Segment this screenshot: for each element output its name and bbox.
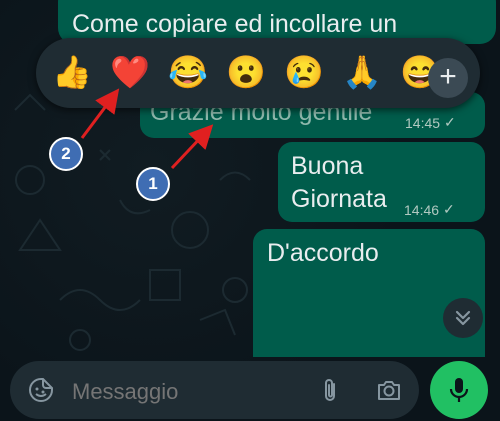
scroll-to-bottom-button[interactable]: [443, 298, 483, 338]
reaction-laughing-icon[interactable]: 😂: [166, 52, 210, 92]
message-text: Come copiare ed incollare un: [72, 10, 398, 38]
reaction-picker: 👍 ❤️ 😂 😮 😢 🙏 😄 +: [36, 38, 480, 108]
voice-message-button[interactable]: [430, 361, 488, 419]
annotation-badge-2: 2: [49, 137, 83, 171]
camera-icon[interactable]: [376, 378, 402, 407]
reaction-heart-icon[interactable]: ❤️: [108, 52, 152, 92]
reaction-praying-hands-icon[interactable]: 🙏: [340, 52, 384, 92]
message-bubble-daccordo[interactable]: D'accordo: [253, 229, 485, 357]
reaction-sad-icon[interactable]: 😢: [282, 52, 326, 92]
chevron-double-down-icon: [455, 310, 471, 326]
message-time: 14:46: [404, 201, 440, 218]
annotation-badge-1: 1: [136, 167, 170, 201]
sent-tick-icon: ✓: [444, 114, 456, 130]
message-bubble-buona-giornata[interactable]: Buona Giornata 14:46 ✓: [278, 142, 485, 222]
sent-tick-icon: ✓: [443, 201, 455, 217]
paperclip-icon[interactable]: [322, 378, 340, 409]
message-meta: 14:45 ✓: [405, 114, 456, 131]
microphone-icon: [449, 378, 469, 402]
reaction-thumbs-up-icon[interactable]: 👍: [50, 52, 94, 92]
message-input[interactable]: [70, 378, 304, 406]
reaction-surprised-icon[interactable]: 😮: [224, 52, 268, 92]
message-text: Buona Giornata: [291, 152, 387, 213]
sticker-icon[interactable]: [28, 377, 54, 408]
message-time: 14:45: [405, 114, 441, 131]
more-reactions-button[interactable]: +: [428, 58, 468, 98]
message-text: D'accordo: [267, 239, 379, 267]
message-composer: [10, 361, 419, 419]
message-meta: 14:46 ✓: [404, 201, 455, 218]
